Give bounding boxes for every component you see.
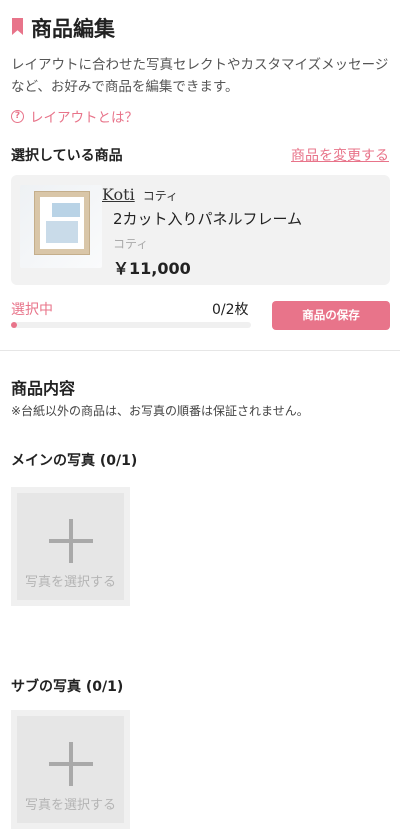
product-subtitle: コティ [113,237,149,251]
layout-help-link[interactable]: ? レイアウトとは？ [11,106,138,126]
selection-count: 0/2枚 [212,302,249,318]
main-photo-title: メインの写真 (0/1) [11,453,138,469]
plus-icon [48,519,93,563]
contents-note: ※台紙以外の商品は、お写真の順番は保証されません。 [11,404,309,418]
selected-product-label: 選択している商品 [11,148,123,164]
contents-title: 商品内容 [11,379,76,398]
brand-row: Koti コティ [102,185,178,204]
selected-product-card [11,175,390,285]
section-divider [0,350,400,351]
plus-icon [48,742,93,786]
select-photo-label: 写真を選択する [24,575,116,590]
sub-photo-slot[interactable]: 写真を選択する [11,710,130,829]
change-product-link[interactable]: 商品を変更する [291,145,389,165]
brand-logo: Koti [102,185,135,204]
select-photo-label: 写真を選択する [24,798,116,813]
product-thumbnail [20,185,102,268]
page-description: レイアウトに合わせた写真セレクトやカスタマイズメッセージなど、お好みで商品を編集… [11,57,389,95]
main-photo-slot[interactable]: 写真を選択する [11,487,130,606]
save-product-button[interactable]: 商品の保存 [272,301,390,330]
layout-help-label: レイアウトとは？ [30,110,138,126]
selection-status-label: 選択中 [11,302,53,318]
sub-photo-title: サブの写真 (0/1) [11,679,124,695]
brand-name: コティ [142,189,178,203]
product-price: ￥11,000 [113,259,191,278]
question-circle-icon: ? [11,109,24,123]
bookmark-icon [12,18,23,35]
selection-progress-bar [11,322,251,328]
page-title: 商品編集 [31,17,115,41]
product-name: 2カット入りパネルフレーム [113,210,303,228]
selection-progress-fill [11,322,17,328]
